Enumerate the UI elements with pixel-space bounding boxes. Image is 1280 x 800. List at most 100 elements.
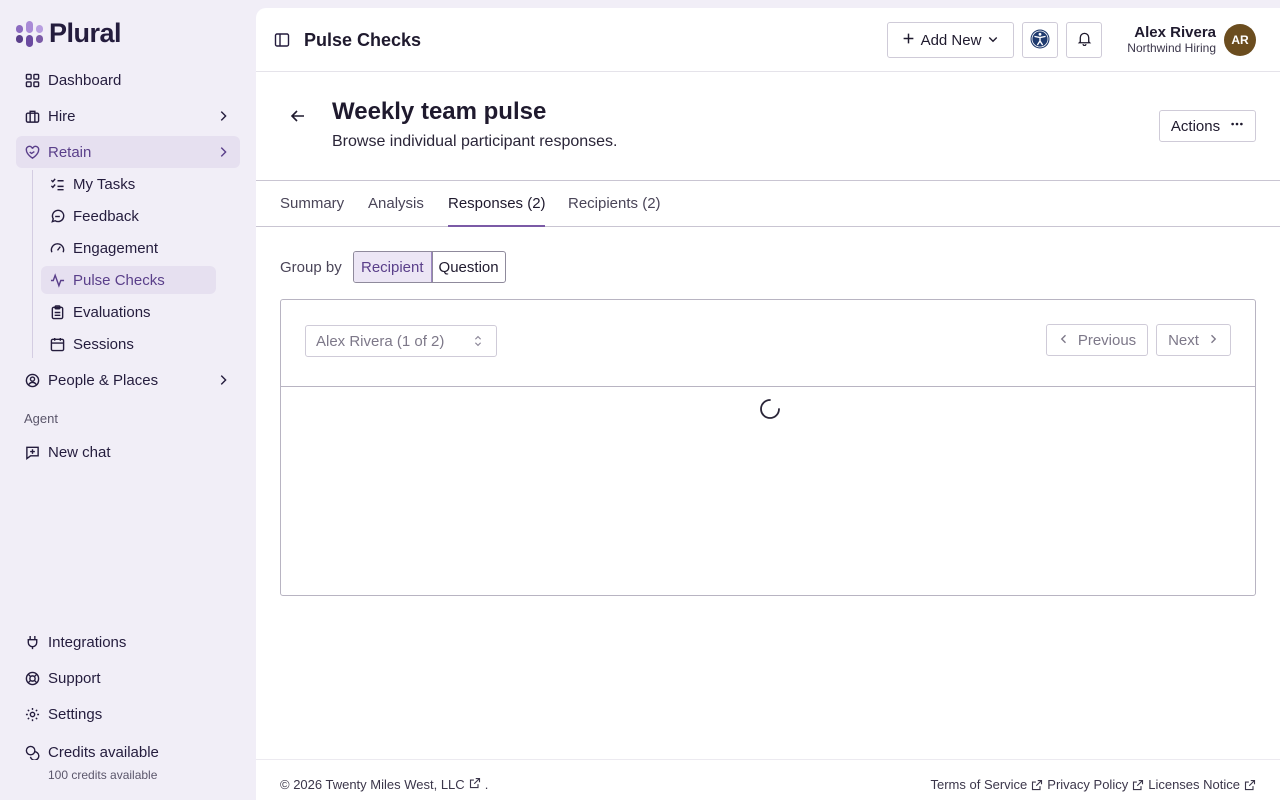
copyright-text: © 2026 Twenty Miles West, LLC bbox=[280, 777, 465, 792]
sidebar-item-evaluations[interactable]: Evaluations bbox=[41, 298, 216, 326]
group-by-toggle: Recipient Question bbox=[353, 251, 506, 283]
recipient-select[interactable]: Alex Rivera (1 of 2) bbox=[305, 325, 497, 357]
gear-icon bbox=[24, 706, 40, 722]
notifications-button[interactable] bbox=[1066, 22, 1102, 58]
sidebar-item-label: Feedback bbox=[73, 207, 139, 225]
sidebar-item-label: Dashboard bbox=[48, 71, 122, 89]
logo-mark-icon bbox=[16, 20, 43, 47]
group-by-recipient-option[interactable]: Recipient bbox=[353, 252, 432, 282]
credits-count: 100 credits available bbox=[48, 768, 158, 782]
briefcase-icon bbox=[24, 108, 40, 124]
user-name: Alex Rivera bbox=[1134, 24, 1216, 41]
sidebar: Plural Dashboard Hire Retain My Tasks Fe… bbox=[0, 0, 256, 800]
previous-label: Previous bbox=[1077, 331, 1137, 349]
message-plus-icon bbox=[24, 444, 40, 460]
page-section-title: Pulse Checks bbox=[304, 30, 422, 50]
coins-icon bbox=[24, 744, 40, 760]
plug-icon bbox=[24, 634, 40, 650]
page-subtitle: Browse individual participant responses. bbox=[332, 133, 618, 150]
footer-links: Terms of Service Privacy Policy Licenses… bbox=[930, 777, 1256, 792]
sidebar-toggle-icon[interactable] bbox=[274, 32, 290, 48]
external-link-icon bbox=[1133, 779, 1144, 790]
add-new-button[interactable]: Add New bbox=[887, 22, 1014, 58]
sidebar-item-label: Settings bbox=[48, 705, 103, 723]
sidebar-item-hire[interactable]: Hire bbox=[16, 100, 240, 132]
sidebar-item-label: Retain bbox=[48, 143, 92, 161]
sidebar-item-engagement[interactable]: Engagement bbox=[41, 234, 216, 262]
tab-responses[interactable]: Responses (2) bbox=[448, 195, 546, 212]
footer-copyright[interactable]: © 2026 Twenty Miles West, LLC . bbox=[280, 777, 488, 792]
sidebar-item-my-tasks[interactable]: My Tasks bbox=[41, 170, 216, 198]
terms-link-label: Terms of Service bbox=[930, 777, 1028, 792]
licenses-link[interactable]: Licenses Notice bbox=[1148, 777, 1256, 792]
recipient-select-value: Alex Rivera (1 of 2) bbox=[316, 332, 445, 350]
chevron-left-icon bbox=[1058, 332, 1070, 349]
bell-icon bbox=[1077, 31, 1092, 49]
sidebar-item-dashboard[interactable]: Dashboard bbox=[16, 64, 240, 96]
dashboard-icon bbox=[24, 72, 40, 88]
chevron-right-icon bbox=[216, 373, 230, 391]
next-button[interactable]: Next bbox=[1156, 324, 1231, 356]
sidebar-item-new-chat[interactable]: New chat bbox=[16, 436, 240, 468]
clipboard-icon bbox=[49, 304, 65, 320]
sidebar-item-sessions[interactable]: Sessions bbox=[41, 330, 216, 358]
terms-link[interactable]: Terms of Service bbox=[930, 777, 1043, 792]
sidebar-item-retain[interactable]: Retain bbox=[16, 136, 240, 168]
list-checks-icon bbox=[49, 176, 65, 192]
calendar-icon bbox=[49, 336, 65, 352]
chevron-right-icon bbox=[216, 109, 230, 127]
avatar[interactable]: AR bbox=[1224, 24, 1256, 56]
back-arrow-icon[interactable] bbox=[290, 108, 306, 124]
add-new-label: Add New bbox=[920, 31, 982, 49]
logo-text: Plural bbox=[49, 18, 122, 48]
external-link-icon bbox=[1032, 779, 1043, 790]
top-bar: Pulse Checks Add New Alex Rivera Northwi… bbox=[256, 8, 1280, 72]
actions-label: Actions bbox=[1170, 117, 1221, 135]
next-label: Next bbox=[1168, 331, 1199, 349]
sidebar-item-settings[interactable]: Settings bbox=[16, 698, 240, 730]
loading-spinner-icon bbox=[759, 398, 781, 420]
previous-button[interactable]: Previous bbox=[1046, 324, 1148, 356]
sidebar-item-support[interactable]: Support bbox=[16, 662, 240, 694]
section-label-agent: Agent bbox=[24, 411, 58, 426]
sidebar-item-feedback[interactable]: Feedback bbox=[41, 202, 216, 230]
chevron-down-icon bbox=[987, 32, 999, 49]
responses-card-toolbar: Alex Rivera (1 of 2) Previous Next bbox=[281, 300, 1255, 387]
tab-recipients[interactable]: Recipients (2) bbox=[568, 195, 661, 212]
period-text: . bbox=[484, 777, 489, 792]
sidebar-item-label: Pulse Checks bbox=[73, 271, 165, 289]
group-by-label: Group by bbox=[280, 259, 342, 276]
tab-summary[interactable]: Summary bbox=[280, 195, 344, 212]
sidebar-item-people-places[interactable]: People & Places bbox=[16, 364, 240, 396]
group-by-question-option[interactable]: Question bbox=[431, 252, 505, 282]
sidebar-item-integrations[interactable]: Integrations bbox=[16, 626, 240, 658]
sidebar-item-pulse-checks[interactable]: Pulse Checks bbox=[41, 266, 216, 294]
submenu-guide-line bbox=[32, 170, 33, 358]
external-link-icon bbox=[1244, 779, 1256, 790]
chevron-up-down-icon bbox=[472, 334, 484, 352]
privacy-link-label: Privacy Policy bbox=[1047, 777, 1129, 792]
chevron-right-icon bbox=[1207, 332, 1219, 349]
main-panel: Pulse Checks Add New Alex Rivera Northwi… bbox=[256, 8, 1280, 800]
sidebar-item-label: Hire bbox=[48, 107, 76, 125]
heart-handshake-icon bbox=[24, 144, 40, 160]
logo[interactable]: Plural bbox=[16, 18, 122, 49]
user-circle-icon bbox=[24, 372, 40, 388]
responses-card: Alex Rivera (1 of 2) Previous Next bbox=[280, 299, 1256, 596]
tab-bar: Summary Analysis Responses (2) Recipient… bbox=[256, 181, 1280, 227]
sidebar-item-label: People & Places bbox=[48, 371, 159, 389]
plus-icon bbox=[902, 32, 915, 49]
more-horizontal-icon bbox=[1230, 117, 1244, 135]
activity-icon bbox=[49, 272, 65, 288]
actions-button[interactable]: Actions bbox=[1159, 110, 1256, 142]
user-organization: Northwind Hiring bbox=[1127, 41, 1216, 55]
chevron-right-icon bbox=[216, 145, 230, 163]
accessibility-button[interactable] bbox=[1022, 22, 1058, 58]
page-title: Weekly team pulse bbox=[332, 98, 547, 125]
active-tab-indicator bbox=[448, 225, 545, 227]
privacy-link[interactable]: Privacy Policy bbox=[1047, 777, 1144, 792]
page-header: Weekly team pulse Browse individual part… bbox=[256, 72, 1280, 181]
sidebar-item-credits[interactable]: Credits available bbox=[16, 736, 240, 768]
sidebar-item-label: Engagement bbox=[73, 239, 159, 257]
tab-analysis[interactable]: Analysis bbox=[368, 195, 424, 212]
